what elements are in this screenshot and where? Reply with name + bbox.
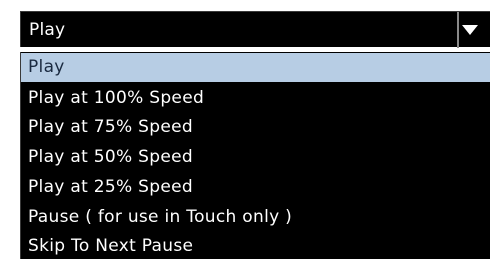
select-current-value: Play	[29, 20, 66, 40]
playback-mode-select-widget: Play Play Play at 100% Speed Play at 75%…	[0, 0, 490, 259]
option-play[interactable]: Play	[21, 53, 490, 82]
option-play-50-speed[interactable]: Play at 50% Speed	[21, 143, 490, 172]
option-play-25-speed[interactable]: Play at 25% Speed	[21, 173, 490, 202]
option-pause-touch-only[interactable]: Pause ( for use in Touch only )	[21, 203, 490, 232]
option-skip-to-next-pause[interactable]: Skip To Next Pause	[21, 232, 490, 259]
option-play-100-speed[interactable]: Play at 100% Speed	[21, 84, 490, 113]
playback-mode-select[interactable]: Play	[20, 11, 490, 48]
triangle-down-icon[interactable]	[462, 25, 478, 35]
select-divider	[457, 12, 459, 48]
dropdown-list: Play Play at 100% Speed Play at 75% Spee…	[20, 52, 490, 259]
option-play-75-speed[interactable]: Play at 75% Speed	[21, 113, 490, 142]
